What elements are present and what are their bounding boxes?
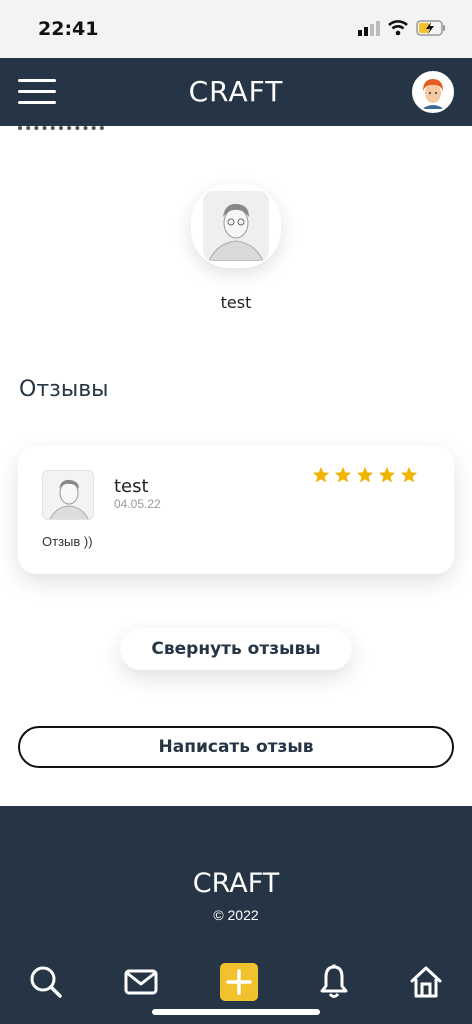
- signal-icon: [358, 21, 380, 36]
- home-indicator[interactable]: [152, 1009, 320, 1015]
- footer-copyright: © 2022: [213, 907, 259, 923]
- profile-photo[interactable]: [203, 191, 269, 261]
- star-icon: [312, 466, 330, 483]
- star-icon: [400, 466, 418, 483]
- search-icon: [30, 966, 62, 998]
- wifi-icon: [388, 20, 408, 36]
- review-card: test 04.05.22 Отзыв )): [18, 446, 454, 574]
- collapse-reviews-button[interactable]: Свернуть отзывы: [120, 628, 352, 670]
- user-avatar[interactable]: [412, 71, 454, 113]
- home-icon: [410, 966, 442, 998]
- reviews-title: Отзывы: [19, 377, 109, 402]
- star-icon: [356, 466, 374, 483]
- avatar-face-icon: [414, 73, 452, 111]
- nav-add[interactable]: [217, 958, 261, 1006]
- profile-name: test: [220, 293, 252, 312]
- review-rating: [312, 466, 418, 483]
- status-bar: 22:41: [0, 0, 472, 58]
- star-icon: [334, 466, 352, 483]
- bottom-nav: [0, 958, 472, 1014]
- status-icons: [358, 20, 446, 36]
- review-text: Отзыв )): [42, 534, 93, 549]
- bell-icon: [320, 964, 348, 998]
- mail-icon: [124, 969, 158, 995]
- profile-photo-frame: [191, 184, 281, 268]
- scrolled-heading-fragment: [18, 112, 108, 132]
- star-icon: [378, 466, 396, 483]
- battery-charging-icon: [416, 20, 445, 36]
- nav-notifications[interactable]: [312, 958, 356, 1006]
- write-review-button[interactable]: Написать отзыв: [18, 726, 454, 768]
- nav-home[interactable]: [404, 958, 448, 1006]
- nav-messages[interactable]: [119, 958, 163, 1006]
- review-date: 04.05.22: [114, 497, 161, 511]
- reviewer-avatar[interactable]: [42, 470, 94, 520]
- person-sketch-icon: [203, 191, 269, 261]
- app-logo[interactable]: CRAFT: [0, 75, 472, 108]
- nav-search[interactable]: [24, 958, 68, 1006]
- add-icon: [220, 963, 258, 1001]
- footer-logo: CRAFT: [192, 868, 280, 899]
- reviewer-name: test: [114, 476, 149, 497]
- status-time: 22:41: [38, 18, 99, 40]
- person-sketch-icon: [43, 471, 93, 519]
